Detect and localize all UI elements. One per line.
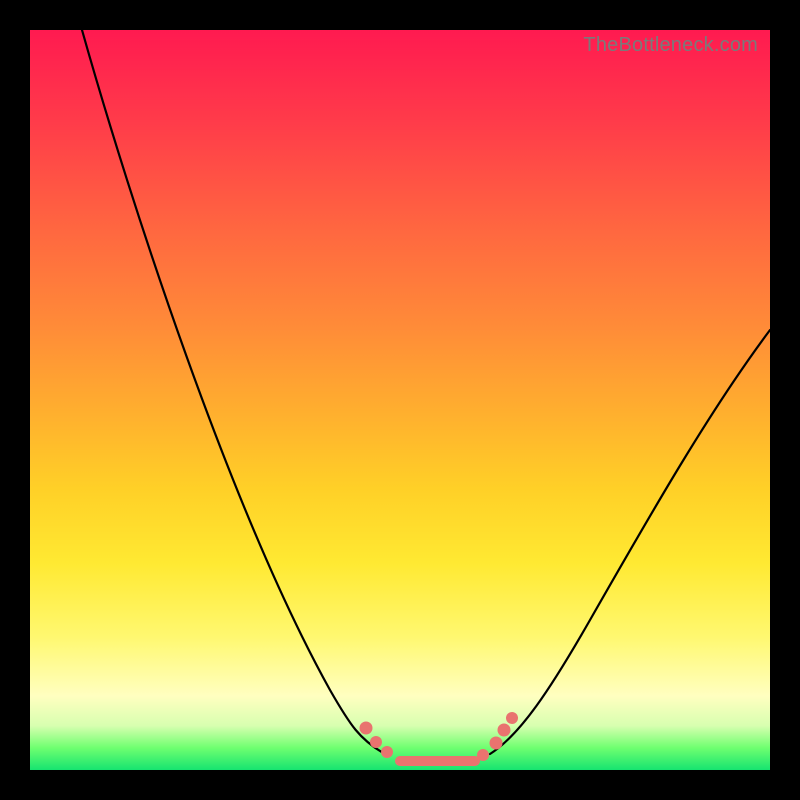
curve-right-branch bbox=[490, 330, 770, 754]
marker-bead bbox=[477, 749, 489, 761]
marker-bead bbox=[370, 736, 382, 748]
marker-bead bbox=[498, 724, 511, 737]
marker-bead bbox=[506, 712, 518, 724]
curve-layer bbox=[30, 30, 770, 770]
plot-area: TheBottleneck.com bbox=[30, 30, 770, 770]
curve-left-branch bbox=[82, 30, 385, 754]
marker-bead bbox=[360, 722, 373, 735]
marker-bead bbox=[381, 746, 393, 758]
marker-bead bbox=[490, 737, 503, 750]
chart-frame: TheBottleneck.com bbox=[0, 0, 800, 800]
